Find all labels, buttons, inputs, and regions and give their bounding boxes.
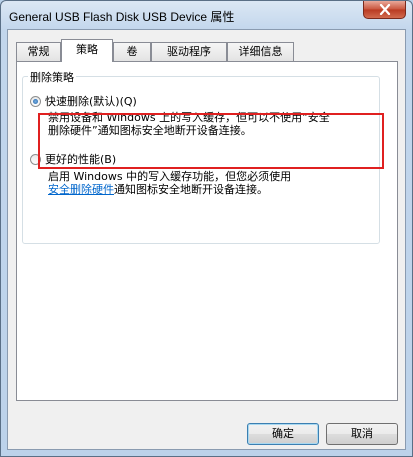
better-performance-desc-line1: 启用 Windows 中的写入缓存功能，但您必须使用 [48, 170, 292, 183]
tab-driver[interactable]: 驱动程序 [151, 42, 227, 61]
tab-volumes[interactable]: 卷 [113, 42, 151, 61]
cancel-button[interactable]: 取消 [326, 423, 398, 445]
safely-remove-hardware-link[interactable]: 安全删除硬件 [48, 183, 114, 196]
close-button[interactable] [363, 1, 406, 19]
annotation-highlight-box [38, 113, 384, 169]
better-performance-description: 启用 Windows 中的写入缓存功能，但您必须使用 安全删除硬件通知图标安全地… [48, 170, 378, 196]
close-icon [379, 4, 391, 15]
tab-general[interactable]: 常规 [16, 42, 61, 61]
quick-removal-label: 快速删除(默认)(Q) [45, 95, 137, 108]
tab-details[interactable]: 详细信息 [227, 42, 294, 61]
quick-removal-radio[interactable] [30, 95, 41, 107]
quick-removal-option[interactable]: 快速删除(默认)(Q) [30, 93, 137, 109]
window-title: General USB Flash Disk USB Device 属性 [9, 10, 235, 24]
better-performance-desc-rest: 通知图标安全地断开设备连接。 [114, 183, 268, 196]
dialog-body: 常规 策略 卷 驱动程序 详细信息 删除策略 快速删除(默认)(Q) 禁用设备和… [7, 29, 406, 450]
tab-policies[interactable]: 策略 [61, 39, 113, 62]
properties-window: General USB Flash Disk USB Device 属性 常规 … [0, 0, 413, 457]
title-bar[interactable]: General USB Flash Disk USB Device 属性 [1, 1, 412, 29]
removal-policy-label: 删除策略 [28, 69, 76, 85]
ok-button[interactable]: 确定 [247, 423, 319, 445]
better-performance-desc-line2: 安全删除硬件通知图标安全地断开设备连接。 [48, 183, 378, 196]
